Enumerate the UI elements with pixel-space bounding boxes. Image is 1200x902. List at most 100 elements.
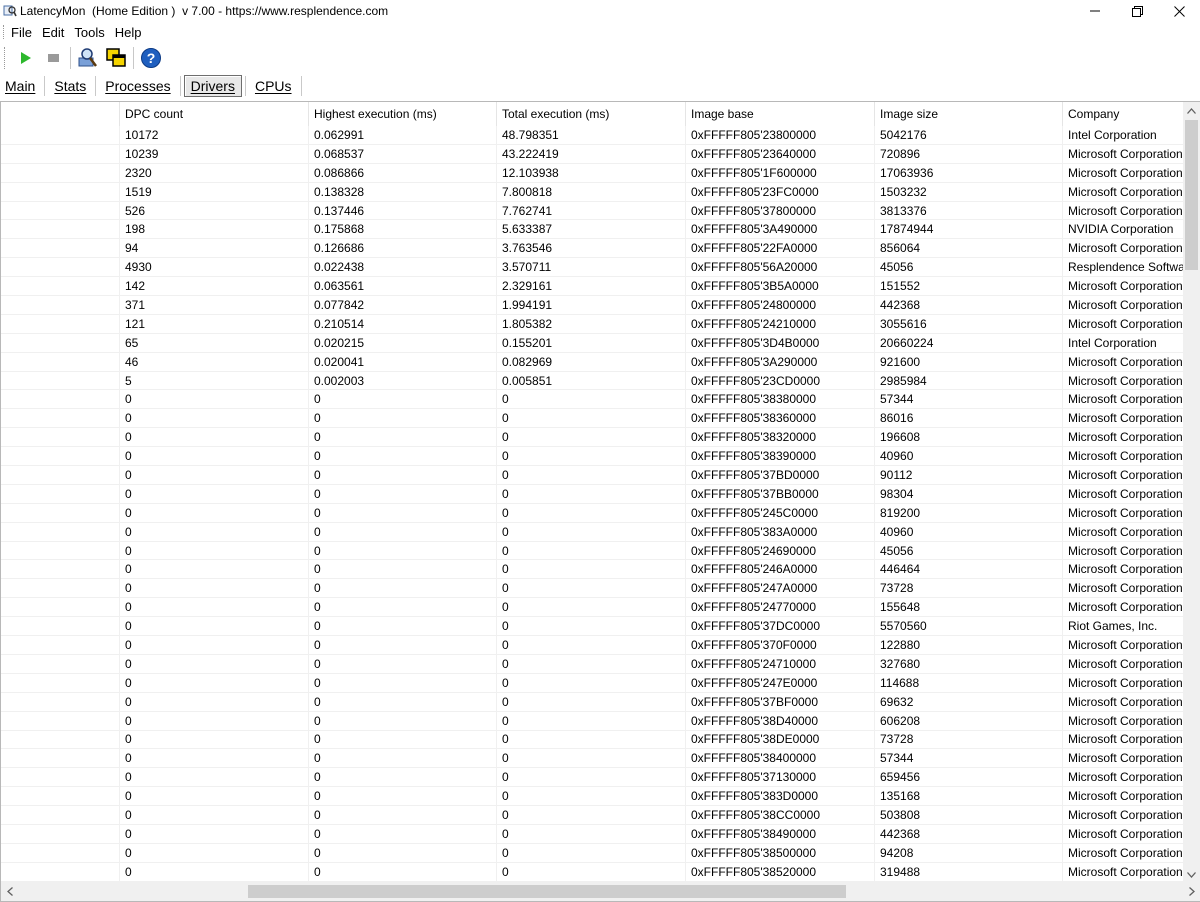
table-row[interactable]: 0 0 0 0xFFFFF805'383A0000 40960 Microsoft Cor… [1,522,1184,542]
table-row[interactable]: 0 0 0 0xFFFFF805'38CC0000 503808 Microsoft Co… [1,806,1184,825]
table-row[interactable]: 0 0 0 0xFFFFF805'38320000 196608 Microsoft Co… [1,428,1184,448]
table-cell: 0 [120,579,309,598]
table-row[interactable]: 371 0.077842 1.994191 0xFFFFF805'24800000 44… [1,296,1184,315]
table-row[interactable]: 4930 0.022438 3.570711 0xFFFFF805'56A20000 4… [1,258,1184,278]
menu-file[interactable]: File [11,25,32,40]
table-row[interactable]: 0 0 0 0xFFFFF805'38520000 319488 Microsoft Co… [1,862,1184,882]
vertical-scrollbar[interactable] [1183,102,1200,883]
table-row[interactable]: 0 0 0 0xFFFFF805'37DC0000 5570560 Riot Games,… [1,617,1184,637]
table-cell: 0.022438 [309,258,497,277]
table-cell: Microsoft Corporation [1063,711,1184,730]
table-cell: 0 [120,484,309,503]
table-cell [1,768,120,787]
table-row[interactable]: 0 0 0 0xFFFFF805'383D0000 135168 Microsoft Co… [1,787,1184,807]
table-row[interactable]: 5 0.002003 0.005851 0xFFFFF805'23CD0000 2985… [1,371,1184,391]
table-cell: 0.155201 [497,333,686,352]
menu-edit[interactable]: Edit [42,25,64,40]
table-row[interactable]: 0 0 0 0xFFFFF805'38390000 40960 Microsoft Cor… [1,447,1184,467]
tab-processes[interactable]: Processes [99,75,176,97]
scroll-right-button[interactable] [1183,882,1200,901]
table-row[interactable]: 1519 0.138328 7.800818 0xFFFFF805'23FC0000 1… [1,182,1184,202]
table-row[interactable]: 0 0 0 0xFFFFF805'38D40000 606208 Microsoft Co… [1,711,1184,731]
table-row[interactable]: 46 0.020041 0.082969 0xFFFFF805'3A290000 921… [1,352,1184,372]
tab-drivers[interactable]: Drivers [183,75,242,97]
table-row[interactable]: 10172 0.062991 48.798351 0xFFFFF805'2380000… [1,126,1184,145]
table-row[interactable]: 0 0 0 0xFFFFF805'37BF0000 69632 Microsoft Cor… [1,692,1184,712]
drivers-list[interactable]: DPC count Highest execution (ms) Total exe… [0,101,1200,902]
column-header[interactable]: Image base [686,102,875,126]
table-row[interactable]: 0 0 0 0xFFFFF805'38500000 94208 Microsoft Cor… [1,843,1184,863]
table-cell: 0 [497,560,686,579]
table-cell: 327680 [875,654,1063,673]
stop-button[interactable] [39,45,67,71]
tab-bar: Main Stats Processes Drivers CPUs [0,73,1200,99]
help-button[interactable]: ? [137,45,165,71]
table-row[interactable]: 0 0 0 0xFFFFF805'38360000 86016 Microsoft Cor… [1,409,1184,429]
scroll-up-button[interactable] [1183,102,1200,119]
column-header[interactable] [1,102,120,126]
table-row[interactable]: 0 0 0 0xFFFFF805'247E0000 114688 Microsoft Co… [1,673,1184,693]
table-row[interactable]: 0 0 0 0xFFFFF805'246A0000 446464 Microsoft Co… [1,560,1184,580]
table-cell: 0 [120,673,309,692]
table-cell: 0 [309,806,497,824]
start-button[interactable] [11,45,39,71]
scroll-left-button[interactable] [1,882,18,901]
table-row[interactable]: 142 0.063561 2.329161 0xFFFFF805'3B5A0000 15… [1,277,1184,297]
copy-windows-button[interactable] [102,45,130,71]
tab-cpus[interactable]: CPUs [249,75,298,97]
table-row[interactable]: 0 0 0 0xFFFFF805'37BD0000 90112 Microsoft Cor… [1,466,1184,485]
column-header[interactable]: DPC count [120,102,309,126]
table-row[interactable]: 10239 0.068537 43.222419 0xFFFFF805'2364000… [1,144,1184,164]
table-cell [1,314,120,333]
minimize-button[interactable] [1072,0,1118,22]
table-cell: 0 [120,560,309,579]
scroll-up-icon [1187,107,1196,114]
table-row[interactable]: 0 0 0 0xFFFFF805'24690000 45056 Microsoft Cor… [1,541,1184,561]
horizontal-scroll-thumb[interactable] [248,885,846,898]
menu-help[interactable]: Help [115,25,142,40]
horizontal-scrollbar[interactable] [1,882,1200,901]
table-row[interactable]: 0 0 0 0xFFFFF805'37130000 659456 Microsoft Co… [1,768,1184,788]
column-header[interactable]: Total execution (ms) [497,102,686,126]
app-icon [3,5,17,17]
table-cell: 0 [120,768,309,787]
scroll-right-icon [1188,887,1195,896]
table-row[interactable]: 0 0 0 0xFFFFF805'245C0000 819200 Microsoft Co… [1,503,1184,523]
menu-tools[interactable]: Tools [74,25,104,40]
table-row[interactable]: 198 0.175868 5.633387 0xFFFFF805'3A490000 17… [1,220,1184,240]
table-row[interactable]: 526 0.137446 7.762741 0xFFFFF805'37800000 38… [1,201,1184,221]
table-row[interactable]: 65 0.020215 0.155201 0xFFFFF805'3D4B0000 206… [1,333,1184,353]
table-cell: 0xFFFFF805'24210000 [686,314,875,333]
column-header[interactable]: Company [1063,102,1184,126]
table-cell: Microsoft Corporation [1063,503,1184,522]
table-cell: 819200 [875,503,1063,522]
search-driver-button[interactable] [74,45,102,71]
table-row[interactable]: 121 0.210514 1.805382 0xFFFFF805'24210000 30… [1,314,1184,334]
table-cell: 0xFFFFF805'56A20000 [686,258,875,277]
maximize-button[interactable] [1114,0,1160,22]
window-title: LatencyMon (Home Edition ) v 7.00 - http… [20,4,389,18]
table-row[interactable]: 94 0.126686 3.763546 0xFFFFF805'22FA0000 856… [1,239,1184,259]
close-button[interactable] [1156,0,1200,22]
table-row[interactable]: 0 0 0 0xFFFFF805'38380000 57344 Microsoft Cor… [1,390,1184,410]
column-header[interactable]: Highest execution (ms) [309,102,497,126]
table-row[interactable]: 0 0 0 0xFFFFF805'370F0000 122880 Microsoft Co… [1,636,1184,655]
column-header[interactable]: Image size [875,102,1063,126]
table-row[interactable]: 0 0 0 0xFFFFF805'38DE0000 73728 Microsoft Cor… [1,730,1184,750]
table-row[interactable]: 0 0 0 0xFFFFF805'37BB0000 98304 Microsoft Cor… [1,484,1184,504]
table-cell [1,730,120,749]
tab-main[interactable]: Main [0,75,41,97]
table-row[interactable]: 0 0 0 0xFFFFF805'38490000 442368 Microsoft Co… [1,824,1184,844]
table-row[interactable]: 0 0 0 0xFFFFF805'24770000 155648 Microsoft Co… [1,598,1184,618]
table-cell [1,333,120,352]
table-cell: 48.798351 [497,126,686,144]
tab-stats[interactable]: Stats [48,75,92,97]
table-cell: 0xFFFFF805'37BF0000 [686,692,875,711]
scroll-down-button[interactable] [1183,866,1200,883]
table-row[interactable]: 2320 0.086866 12.103938 0xFFFFF805'1F600000… [1,163,1184,183]
vertical-scroll-thumb[interactable] [1185,120,1198,270]
table-row[interactable]: 0 0 0 0xFFFFF805'247A0000 73728 Microsoft Cor… [1,579,1184,599]
table-cell: 0.126686 [309,239,497,258]
table-row[interactable]: 0 0 0 0xFFFFF805'24710000 327680 Microsoft Co… [1,654,1184,674]
table-row[interactable]: 0 0 0 0xFFFFF805'38400000 57344 Microsoft Cor… [1,749,1184,769]
